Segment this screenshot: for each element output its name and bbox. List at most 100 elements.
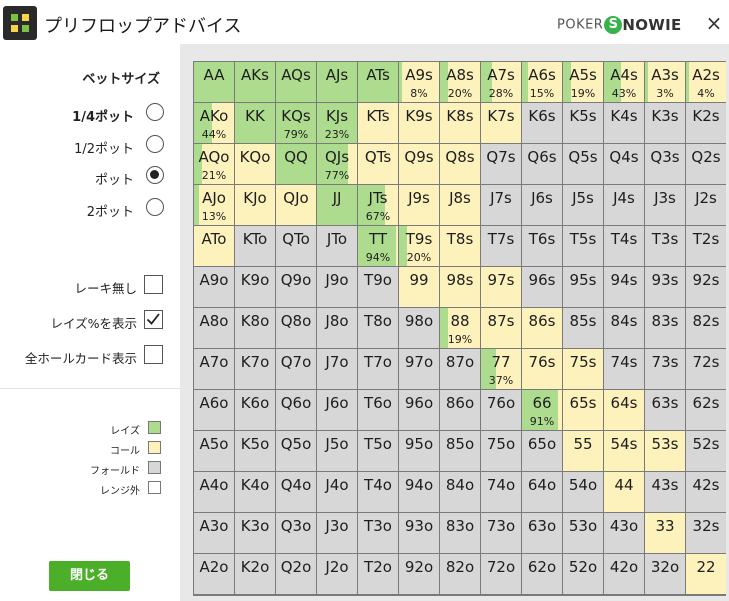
hand-cell-63o[interactable]: 63o bbox=[522, 513, 562, 553]
option-checkbox[interactable] bbox=[144, 275, 163, 294]
hand-cell-83o[interactable]: 83o bbox=[440, 513, 480, 553]
hand-cell-JTo[interactable]: JTo bbox=[317, 226, 357, 266]
bet-size-option-1[interactable]: 1/2ポット bbox=[0, 135, 166, 157]
hand-cell-KJs[interactable]: KJs 23% bbox=[317, 103, 357, 143]
hand-cell-54s[interactable]: 54s bbox=[604, 431, 644, 471]
bet-size-radio[interactable] bbox=[146, 103, 164, 121]
hand-cell-85s[interactable]: 85s bbox=[563, 308, 603, 348]
hand-cell-JJ[interactable]: JJ bbox=[317, 185, 357, 225]
hand-cell-43o[interactable]: 43o bbox=[604, 513, 644, 553]
hand-cell-QJo[interactable]: QJo bbox=[276, 185, 316, 225]
hand-cell-94o[interactable]: 94o bbox=[399, 472, 439, 512]
hand-cell-54o[interactable]: 54o bbox=[563, 472, 603, 512]
hand-cell-86o[interactable]: 86o bbox=[440, 390, 480, 430]
hand-cell-77[interactable]: 77 37% bbox=[481, 349, 521, 389]
hand-cell-A9s[interactable]: A9s 8% bbox=[399, 62, 439, 102]
hand-cell-62s[interactable]: 62s bbox=[686, 390, 726, 430]
hand-cell-53s[interactable]: 53s bbox=[645, 431, 685, 471]
hand-cell-42o[interactable]: 42o bbox=[604, 554, 644, 594]
hand-cell-Q9s[interactable]: Q9s bbox=[399, 144, 439, 184]
hand-cell-65o[interactable]: 65o bbox=[522, 431, 562, 471]
hand-cell-95s[interactable]: 95s bbox=[563, 267, 603, 307]
hand-cell-J4s[interactable]: J4s bbox=[604, 185, 644, 225]
hand-cell-87s[interactable]: 87s bbox=[481, 308, 521, 348]
hand-cell-T9s[interactable]: T9s 20% bbox=[399, 226, 439, 266]
hand-cell-96s[interactable]: 96s bbox=[522, 267, 562, 307]
hand-cell-J6s[interactable]: J6s bbox=[522, 185, 562, 225]
hand-cell-KQo[interactable]: KQo bbox=[235, 144, 275, 184]
hand-cell-QQ[interactable]: QQ bbox=[276, 144, 316, 184]
hand-cell-AA[interactable]: AA bbox=[194, 62, 234, 102]
hand-cell-84s[interactable]: 84s bbox=[604, 308, 644, 348]
hand-cell-Q3o[interactable]: Q3o bbox=[276, 513, 316, 553]
hand-cell-98o[interactable]: 98o bbox=[399, 308, 439, 348]
hand-cell-97o[interactable]: 97o bbox=[399, 349, 439, 389]
hand-cell-A5o[interactable]: A5o bbox=[194, 431, 234, 471]
hand-cell-KQs[interactable]: KQs 79% bbox=[276, 103, 316, 143]
hand-cell-83s[interactable]: 83s bbox=[645, 308, 685, 348]
hand-cell-T6o[interactable]: T6o bbox=[358, 390, 398, 430]
option-checkbox-row-0[interactable]: レーキ無し bbox=[0, 275, 166, 297]
bet-size-option-3[interactable]: 2ポット bbox=[0, 198, 166, 220]
hand-cell-J6o[interactable]: J6o bbox=[317, 390, 357, 430]
hand-cell-73s[interactable]: 73s bbox=[645, 349, 685, 389]
hand-cell-J2o[interactable]: J2o bbox=[317, 554, 357, 594]
hand-cell-A8o[interactable]: A8o bbox=[194, 308, 234, 348]
hand-cell-K5s[interactable]: K5s bbox=[563, 103, 603, 143]
hand-cell-A2o[interactable]: A2o bbox=[194, 554, 234, 594]
hand-cell-74o[interactable]: 74o bbox=[481, 472, 521, 512]
hand-cell-K5o[interactable]: K5o bbox=[235, 431, 275, 471]
hand-cell-QTs[interactable]: QTs bbox=[358, 144, 398, 184]
hand-cell-K9s[interactable]: K9s bbox=[399, 103, 439, 143]
hand-cell-96o[interactable]: 96o bbox=[399, 390, 439, 430]
hand-cell-AQo[interactable]: AQo 21% bbox=[194, 144, 234, 184]
hand-cell-K7o[interactable]: K7o bbox=[235, 349, 275, 389]
hand-cell-Q5s[interactable]: Q5s bbox=[563, 144, 603, 184]
hand-cell-42s[interactable]: 42s bbox=[686, 472, 726, 512]
hand-cell-J9s[interactable]: J9s bbox=[399, 185, 439, 225]
hand-cell-T4o[interactable]: T4o bbox=[358, 472, 398, 512]
hand-cell-T4s[interactable]: T4s bbox=[604, 226, 644, 266]
hand-cell-J3o[interactable]: J3o bbox=[317, 513, 357, 553]
hand-cell-62o[interactable]: 62o bbox=[522, 554, 562, 594]
hand-cell-K3s[interactable]: K3s bbox=[645, 103, 685, 143]
hand-cell-AKo[interactable]: AKo 44% bbox=[194, 103, 234, 143]
hand-cell-A7o[interactable]: A7o bbox=[194, 349, 234, 389]
hand-cell-86s[interactable]: 86s bbox=[522, 308, 562, 348]
hand-cell-QTo[interactable]: QTo bbox=[276, 226, 316, 266]
hand-cell-52s[interactable]: 52s bbox=[686, 431, 726, 471]
hand-cell-65s[interactable]: 65s bbox=[563, 390, 603, 430]
hand-cell-A3o[interactable]: A3o bbox=[194, 513, 234, 553]
hand-cell-J3s[interactable]: J3s bbox=[645, 185, 685, 225]
hand-cell-22[interactable]: 22 bbox=[686, 554, 726, 594]
hand-cell-A4s[interactable]: A4s 43% bbox=[604, 62, 644, 102]
hand-cell-Q3s[interactable]: Q3s bbox=[645, 144, 685, 184]
bet-size-radio[interactable] bbox=[146, 198, 164, 216]
hand-cell-K8o[interactable]: K8o bbox=[235, 308, 275, 348]
hand-cell-T9o[interactable]: T9o bbox=[358, 267, 398, 307]
hand-cell-K4s[interactable]: K4s bbox=[604, 103, 644, 143]
hand-cell-T6s[interactable]: T6s bbox=[522, 226, 562, 266]
hand-cell-AJs[interactable]: AJs bbox=[317, 62, 357, 102]
hand-cell-44[interactable]: 44 bbox=[604, 472, 644, 512]
hand-cell-Q8o[interactable]: Q8o bbox=[276, 308, 316, 348]
hand-cell-97s[interactable]: 97s bbox=[481, 267, 521, 307]
hand-cell-53o[interactable]: 53o bbox=[563, 513, 603, 553]
hand-cell-Q4o[interactable]: Q4o bbox=[276, 472, 316, 512]
hand-cell-A7s[interactable]: A7s 28% bbox=[481, 62, 521, 102]
hand-cell-43s[interactable]: 43s bbox=[645, 472, 685, 512]
hand-cell-T5s[interactable]: T5s bbox=[563, 226, 603, 266]
hand-cell-ATs[interactable]: ATs bbox=[358, 62, 398, 102]
hand-cell-K6s[interactable]: K6s bbox=[522, 103, 562, 143]
hand-cell-76s[interactable]: 76s bbox=[522, 349, 562, 389]
hand-cell-72o[interactable]: 72o bbox=[481, 554, 521, 594]
close-button[interactable]: 閉じる bbox=[49, 561, 130, 591]
hand-cell-K2o[interactable]: K2o bbox=[235, 554, 275, 594]
hand-cell-92s[interactable]: 92s bbox=[686, 267, 726, 307]
hand-cell-99[interactable]: 99 bbox=[399, 267, 439, 307]
hand-cell-T8o[interactable]: T8o bbox=[358, 308, 398, 348]
hand-cell-T5o[interactable]: T5o bbox=[358, 431, 398, 471]
hand-cell-J4o[interactable]: J4o bbox=[317, 472, 357, 512]
hand-cell-75o[interactable]: 75o bbox=[481, 431, 521, 471]
hand-cell-A3s[interactable]: A3s 3% bbox=[645, 62, 685, 102]
